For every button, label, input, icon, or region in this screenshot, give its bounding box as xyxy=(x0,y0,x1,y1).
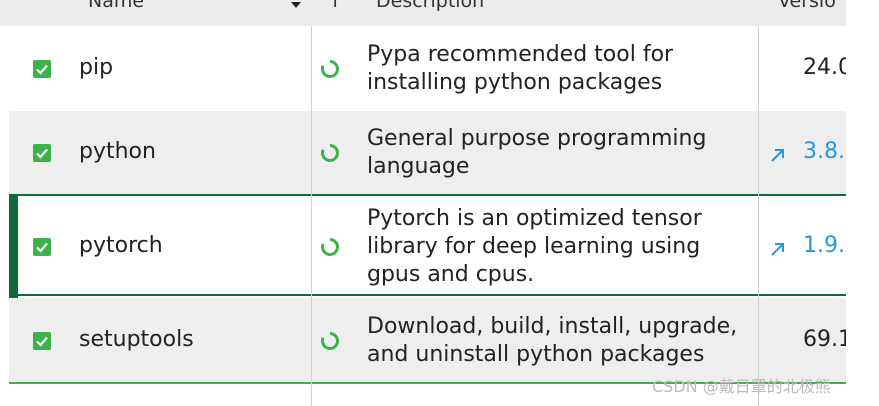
package-description: Pypa recommended tool for installing pyt… xyxy=(367,42,674,95)
table-header: Name T Description Versio xyxy=(0,0,846,26)
installed-status-icon xyxy=(321,238,339,256)
upgrade-arrow-icon[interactable] xyxy=(769,146,787,164)
check-icon xyxy=(36,64,48,75)
package-description: General purpose programming language xyxy=(367,126,707,179)
column-header-version[interactable]: Versio xyxy=(778,0,836,12)
package-version-upgradable[interactable]: 1.9. xyxy=(803,233,845,258)
checkbox-pip[interactable] xyxy=(33,60,51,78)
column-divider xyxy=(758,26,759,406)
table-row[interactable]: setuptools Download, build, install, upg… xyxy=(9,298,846,382)
package-version-upgradable[interactable]: 3.8. xyxy=(803,139,845,164)
installed-status-icon xyxy=(321,332,339,350)
check-icon xyxy=(36,148,48,159)
column-divider xyxy=(311,26,312,406)
package-version: 69.1 xyxy=(803,327,846,352)
table-row-selected[interactable]: pytorch Pytorch is an optimized tensor l… xyxy=(9,194,846,296)
table-row[interactable]: python General purpose programming langu… xyxy=(9,111,846,194)
installed-status-icon xyxy=(321,60,339,78)
check-icon xyxy=(36,336,48,347)
column-header-type[interactable]: T xyxy=(330,0,340,12)
checkbox-python[interactable] xyxy=(33,144,51,162)
upgrade-arrow-icon[interactable] xyxy=(769,240,787,258)
installed-status-icon xyxy=(321,144,339,162)
checkbox-setuptools[interactable] xyxy=(33,332,51,350)
package-description: Pytorch is an optimized tensor library f… xyxy=(367,206,702,287)
package-name: pip xyxy=(79,55,114,80)
column-header-name[interactable]: Name xyxy=(88,0,144,12)
watermark: CSDN @戴日罩的北极熊 xyxy=(652,377,831,396)
package-table: Name T Description Versio pip Pypa recom… xyxy=(0,0,846,406)
column-header-description[interactable]: Description xyxy=(376,0,484,12)
selection-indicator xyxy=(9,194,18,298)
package-name: setuptools xyxy=(79,327,194,352)
check-icon xyxy=(36,242,48,253)
sort-descending-icon[interactable] xyxy=(291,2,301,8)
package-version: 24.0 xyxy=(803,55,846,80)
package-name: pytorch xyxy=(79,233,163,258)
package-description: Download, build, install, upgrade, and u… xyxy=(367,314,738,367)
checkbox-pytorch[interactable] xyxy=(33,238,51,256)
table-row[interactable]: pip Pypa recommended tool for installing… xyxy=(9,28,846,111)
package-name: python xyxy=(79,139,156,164)
